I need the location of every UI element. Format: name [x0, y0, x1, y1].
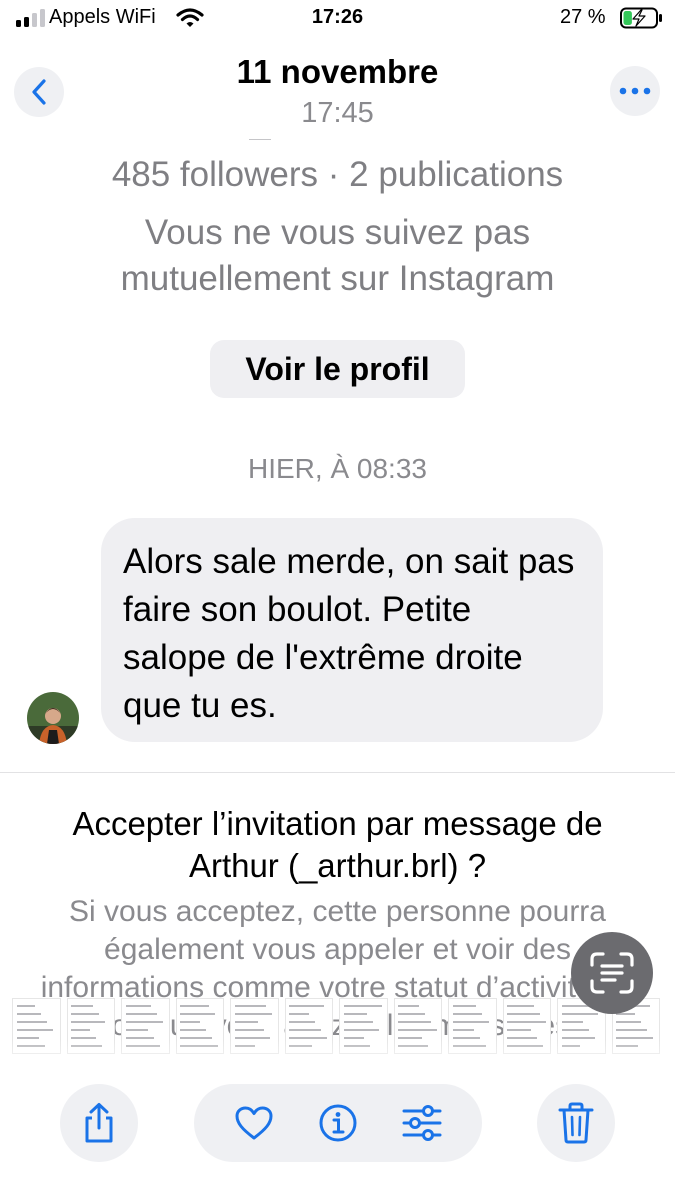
invitation-title: Accepter l’invitation par message de Art…: [72, 805, 603, 884]
message-bubble[interactable]: Alors sale merde, on sait pas faire son …: [101, 518, 603, 742]
ellipsis-icon: [619, 87, 651, 95]
header-time: 17:45: [301, 97, 374, 129]
sender-avatar[interactable]: [27, 692, 79, 744]
heart-icon: [235, 1106, 273, 1140]
message-timestamp: HIER, À 08:33: [248, 453, 427, 484]
battery-percentage: 27 %: [560, 6, 606, 28]
live-text-button[interactable]: [571, 932, 653, 1014]
status-bar: Appels WiFi 17:26 27 %: [0, 0, 675, 40]
content-fade: [0, 1040, 675, 1080]
profile-stats: 485 followers · 2 publications: [111, 155, 564, 194]
battery-charging-icon: [620, 7, 664, 34]
section-divider: [0, 772, 675, 773]
header-date: 11 novembre: [236, 53, 439, 90]
share-button[interactable]: [60, 1084, 138, 1162]
view-profile-button[interactable]: Voir le profil: [210, 340, 465, 398]
live-text-icon: [590, 952, 634, 994]
more-button[interactable]: [610, 66, 660, 116]
not-mutual-notice: Vous ne vous suivez pas mutuellement sur…: [120, 213, 555, 298]
scroll-divider: [249, 139, 271, 140]
share-icon: [85, 1103, 113, 1143]
info-button[interactable]: [310, 1095, 366, 1151]
sliders-icon: [402, 1105, 442, 1141]
adjust-button[interactable]: [394, 1095, 450, 1151]
delete-button[interactable]: [537, 1084, 615, 1162]
favorite-button[interactable]: [226, 1095, 282, 1151]
trash-icon: [558, 1102, 594, 1144]
photo-actions-toolbar: [194, 1084, 482, 1162]
info-icon: [319, 1104, 357, 1142]
